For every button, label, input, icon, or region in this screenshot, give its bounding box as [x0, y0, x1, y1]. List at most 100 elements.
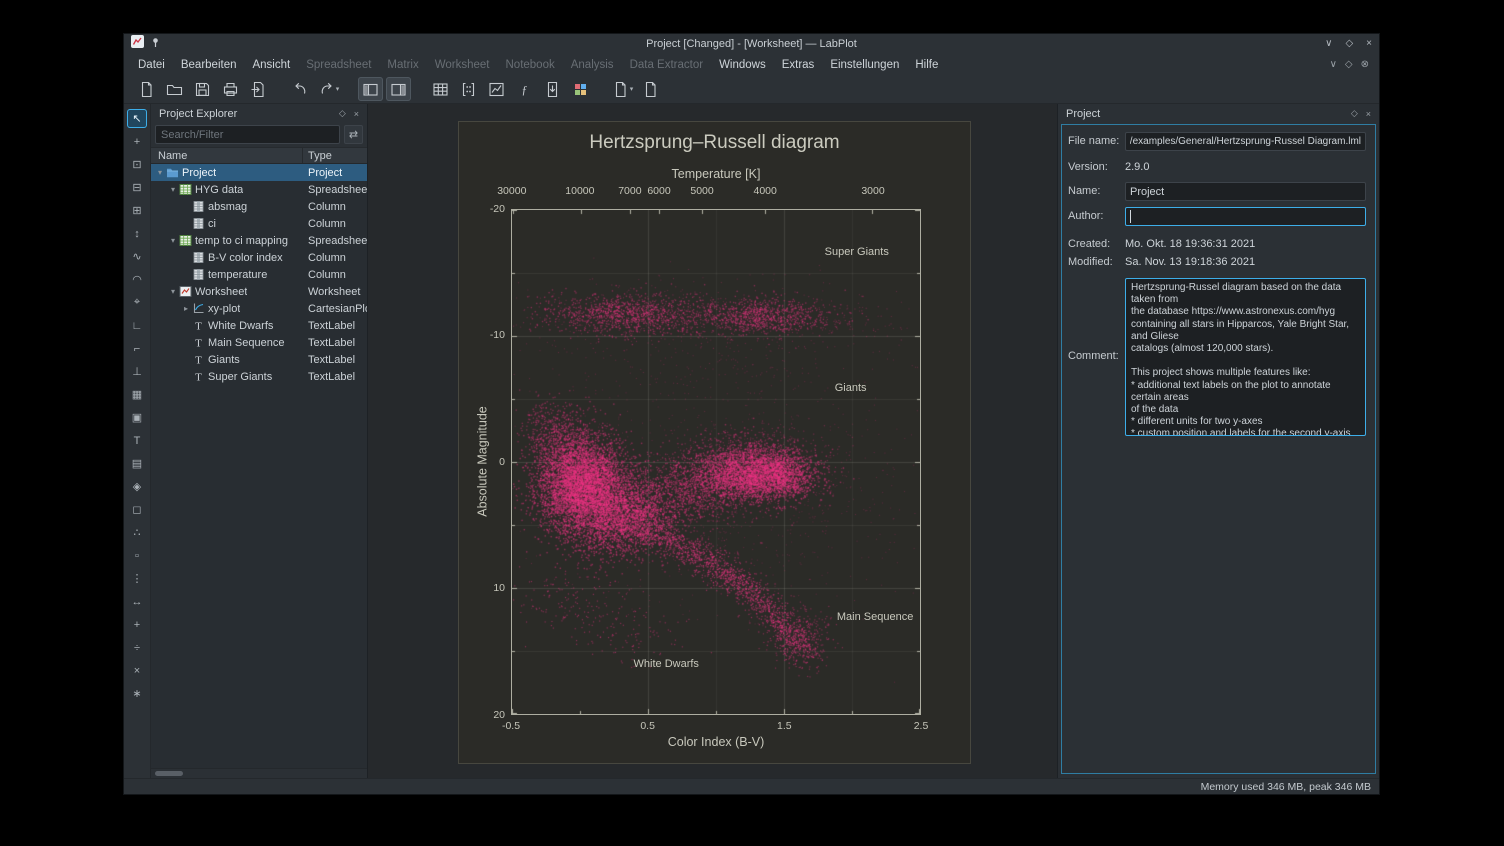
- tree-item-hyg-data[interactable]: ▾HYG dataSpreadsheet: [151, 181, 367, 198]
- tree-item-giants[interactable]: TGiantsTextLabel: [151, 351, 367, 368]
- titlebar[interactable]: Project [Changed] - [Worksheet] — LabPlo…: [124, 34, 1379, 54]
- menu-matrix[interactable]: Matrix: [379, 55, 426, 75]
- filter-options-icon[interactable]: ⇄: [344, 125, 363, 144]
- minimize-button[interactable]: ∨: [1325, 39, 1332, 49]
- tree-item-absmag[interactable]: absmagColumn: [151, 198, 367, 215]
- close-properties-icon[interactable]: ×: [1366, 109, 1371, 119]
- undo-icon[interactable]: [288, 77, 313, 101]
- tree-item-main-sequence[interactable]: TMain SequenceTextLabel: [151, 334, 367, 351]
- text-label-giants[interactable]: Giants: [835, 382, 867, 394]
- new-notebook-icon[interactable]: ƒ: [512, 77, 537, 101]
- worksheet-view[interactable]: Hertzsprung–Russell diagram Temperature …: [368, 104, 1057, 778]
- zoom-y-tool-icon[interactable]: ⊞: [127, 201, 147, 220]
- menu-notebook[interactable]: Notebook: [498, 55, 563, 75]
- baseline-tool-icon[interactable]: ⊥: [127, 362, 147, 381]
- expander-open-icon[interactable]: ▾: [167, 287, 179, 296]
- menu-analysis[interactable]: Analysis: [563, 55, 622, 75]
- multiply-tool-icon[interactable]: ×: [127, 661, 147, 680]
- menu-bearbeiten[interactable]: Bearbeiten: [173, 55, 245, 75]
- menu-windows[interactable]: Windows: [711, 55, 774, 75]
- new-object-dropdown-icon[interactable]: ▾: [610, 77, 635, 101]
- text-label-super-giants[interactable]: Super Giants: [825, 246, 889, 258]
- comment-textarea[interactable]: Hertzsprung-Russel diagram based on the …: [1125, 278, 1366, 436]
- diamond-tool-icon[interactable]: ◈: [127, 477, 147, 496]
- horizontal-arrows-tool-icon[interactable]: ↔: [127, 592, 147, 611]
- project-explorer-header[interactable]: Project Explorer ◇ ×: [151, 104, 367, 123]
- new-matrix-icon[interactable]: [456, 77, 481, 101]
- file-name-input[interactable]: [1125, 132, 1366, 151]
- box-tool-icon[interactable]: ◻: [127, 500, 147, 519]
- crosshair-tool-icon[interactable]: +: [127, 132, 147, 151]
- author-input[interactable]: [1125, 207, 1366, 226]
- new-project-icon[interactable]: [134, 77, 159, 101]
- scrollbar-thumb[interactable]: [155, 771, 183, 776]
- small-box-tool-icon[interactable]: ▫: [127, 546, 147, 565]
- divide-tool-icon[interactable]: ÷: [127, 638, 147, 657]
- mdi-minimize-icon[interactable]: ∨: [1330, 59, 1337, 70]
- expander-open-icon[interactable]: ▾: [167, 185, 179, 194]
- tree-column-headers[interactable]: Name Type: [151, 147, 367, 164]
- menu-spreadsheet[interactable]: Spreadsheet: [298, 55, 379, 75]
- menu-ansicht[interactable]: Ansicht: [244, 55, 298, 75]
- axis-corner-tool-icon[interactable]: ∟: [127, 316, 147, 335]
- cross-tool-icon[interactable]: +: [127, 615, 147, 634]
- zoom-select-tool-icon[interactable]: ⊡: [127, 155, 147, 174]
- duplicate-icon[interactable]: [638, 77, 663, 101]
- tree-item-xy-plot[interactable]: ▸xy-plotCartesianPlot: [151, 300, 367, 317]
- new-spreadsheet-icon[interactable]: [428, 77, 453, 101]
- print-icon[interactable]: [218, 77, 243, 101]
- curve-tool-icon[interactable]: ∿: [127, 247, 147, 266]
- float-properties-icon[interactable]: ◇: [1351, 108, 1358, 119]
- menu-hilfe[interactable]: Hilfe: [907, 55, 946, 75]
- menu-einstellungen[interactable]: Einstellungen: [822, 55, 907, 75]
- horizontal-scrollbar[interactable]: [151, 768, 367, 778]
- dots-tool-icon[interactable]: ∴: [127, 523, 147, 542]
- tree-item-worksheet[interactable]: ▾WorksheetWorksheet: [151, 283, 367, 300]
- properties-header[interactable]: Project ◇ ×: [1058, 104, 1379, 123]
- import-data-icon[interactable]: [540, 77, 565, 101]
- redo-icon[interactable]: ▾: [316, 77, 341, 101]
- expander-open-icon[interactable]: ▾: [154, 168, 166, 177]
- shift-vertical-tool-icon[interactable]: ↕: [127, 224, 147, 243]
- print-preview-icon[interactable]: [246, 77, 271, 101]
- float-dock-icon[interactable]: ◇: [339, 108, 346, 119]
- column-header-type[interactable]: Type: [303, 148, 367, 163]
- zoom-x-tool-icon[interactable]: ⊟: [127, 178, 147, 197]
- text-label-white-dwarfs[interactable]: White Dwarfs: [634, 658, 699, 670]
- tree-item-project[interactable]: ▾ProjectProject: [151, 164, 367, 181]
- menu-datei[interactable]: Datei: [130, 55, 173, 75]
- tree-item-temp-to-ci-mapping[interactable]: ▾temp to ci mappingSpreadsheet: [151, 232, 367, 249]
- close-dock-icon[interactable]: ×: [354, 109, 359, 119]
- text-label-tool-icon[interactable]: T: [127, 431, 147, 450]
- arc-tool-icon[interactable]: ◠: [127, 270, 147, 289]
- tree-item-white-dwarfs[interactable]: TWhite DwarfsTextLabel: [151, 317, 367, 334]
- plot-area[interactable]: Super GiantsGiantsMain SequenceWhite Dwa…: [511, 209, 921, 715]
- tree-item-b-v-color-index[interactable]: B-V color indexColumn: [151, 249, 367, 266]
- toggle-properties-dock-icon[interactable]: [386, 77, 411, 101]
- shade-tool-icon[interactable]: ▤: [127, 454, 147, 473]
- close-button[interactable]: ×: [1366, 39, 1372, 49]
- search-input[interactable]: [155, 125, 340, 144]
- vdots-tool-icon[interactable]: ⋮: [127, 569, 147, 588]
- target-tool-icon[interactable]: ⌖: [127, 293, 147, 312]
- save-project-icon[interactable]: [190, 77, 215, 101]
- menu-worksheet[interactable]: Worksheet: [427, 55, 498, 75]
- color-maps-icon[interactable]: [568, 77, 593, 101]
- tree-item-temperature[interactable]: temperatureColumn: [151, 266, 367, 283]
- menu-extras[interactable]: Extras: [774, 55, 823, 75]
- open-project-icon[interactable]: [162, 77, 187, 101]
- select-tool-icon[interactable]: ↖: [127, 109, 147, 128]
- tree-item-super-giants[interactable]: TSuper GiantsTextLabel: [151, 368, 367, 385]
- grid-tool-icon[interactable]: ▦: [127, 385, 147, 404]
- mdi-restore-icon[interactable]: ◇: [1345, 59, 1353, 70]
- pin-icon[interactable]: [150, 35, 161, 53]
- asterisk-tool-icon[interactable]: ∗: [127, 684, 147, 703]
- project-name-input[interactable]: [1125, 182, 1366, 201]
- column-header-name[interactable]: Name: [151, 148, 303, 163]
- new-worksheet-icon[interactable]: [484, 77, 509, 101]
- mdi-close-icon[interactable]: ⊗: [1361, 59, 1369, 70]
- expander-closed-icon[interactable]: ▸: [180, 304, 192, 313]
- image-tool-icon[interactable]: ▣: [127, 408, 147, 427]
- expander-open-icon[interactable]: ▾: [167, 236, 179, 245]
- menu-data-extractor[interactable]: Data Extractor: [622, 55, 712, 75]
